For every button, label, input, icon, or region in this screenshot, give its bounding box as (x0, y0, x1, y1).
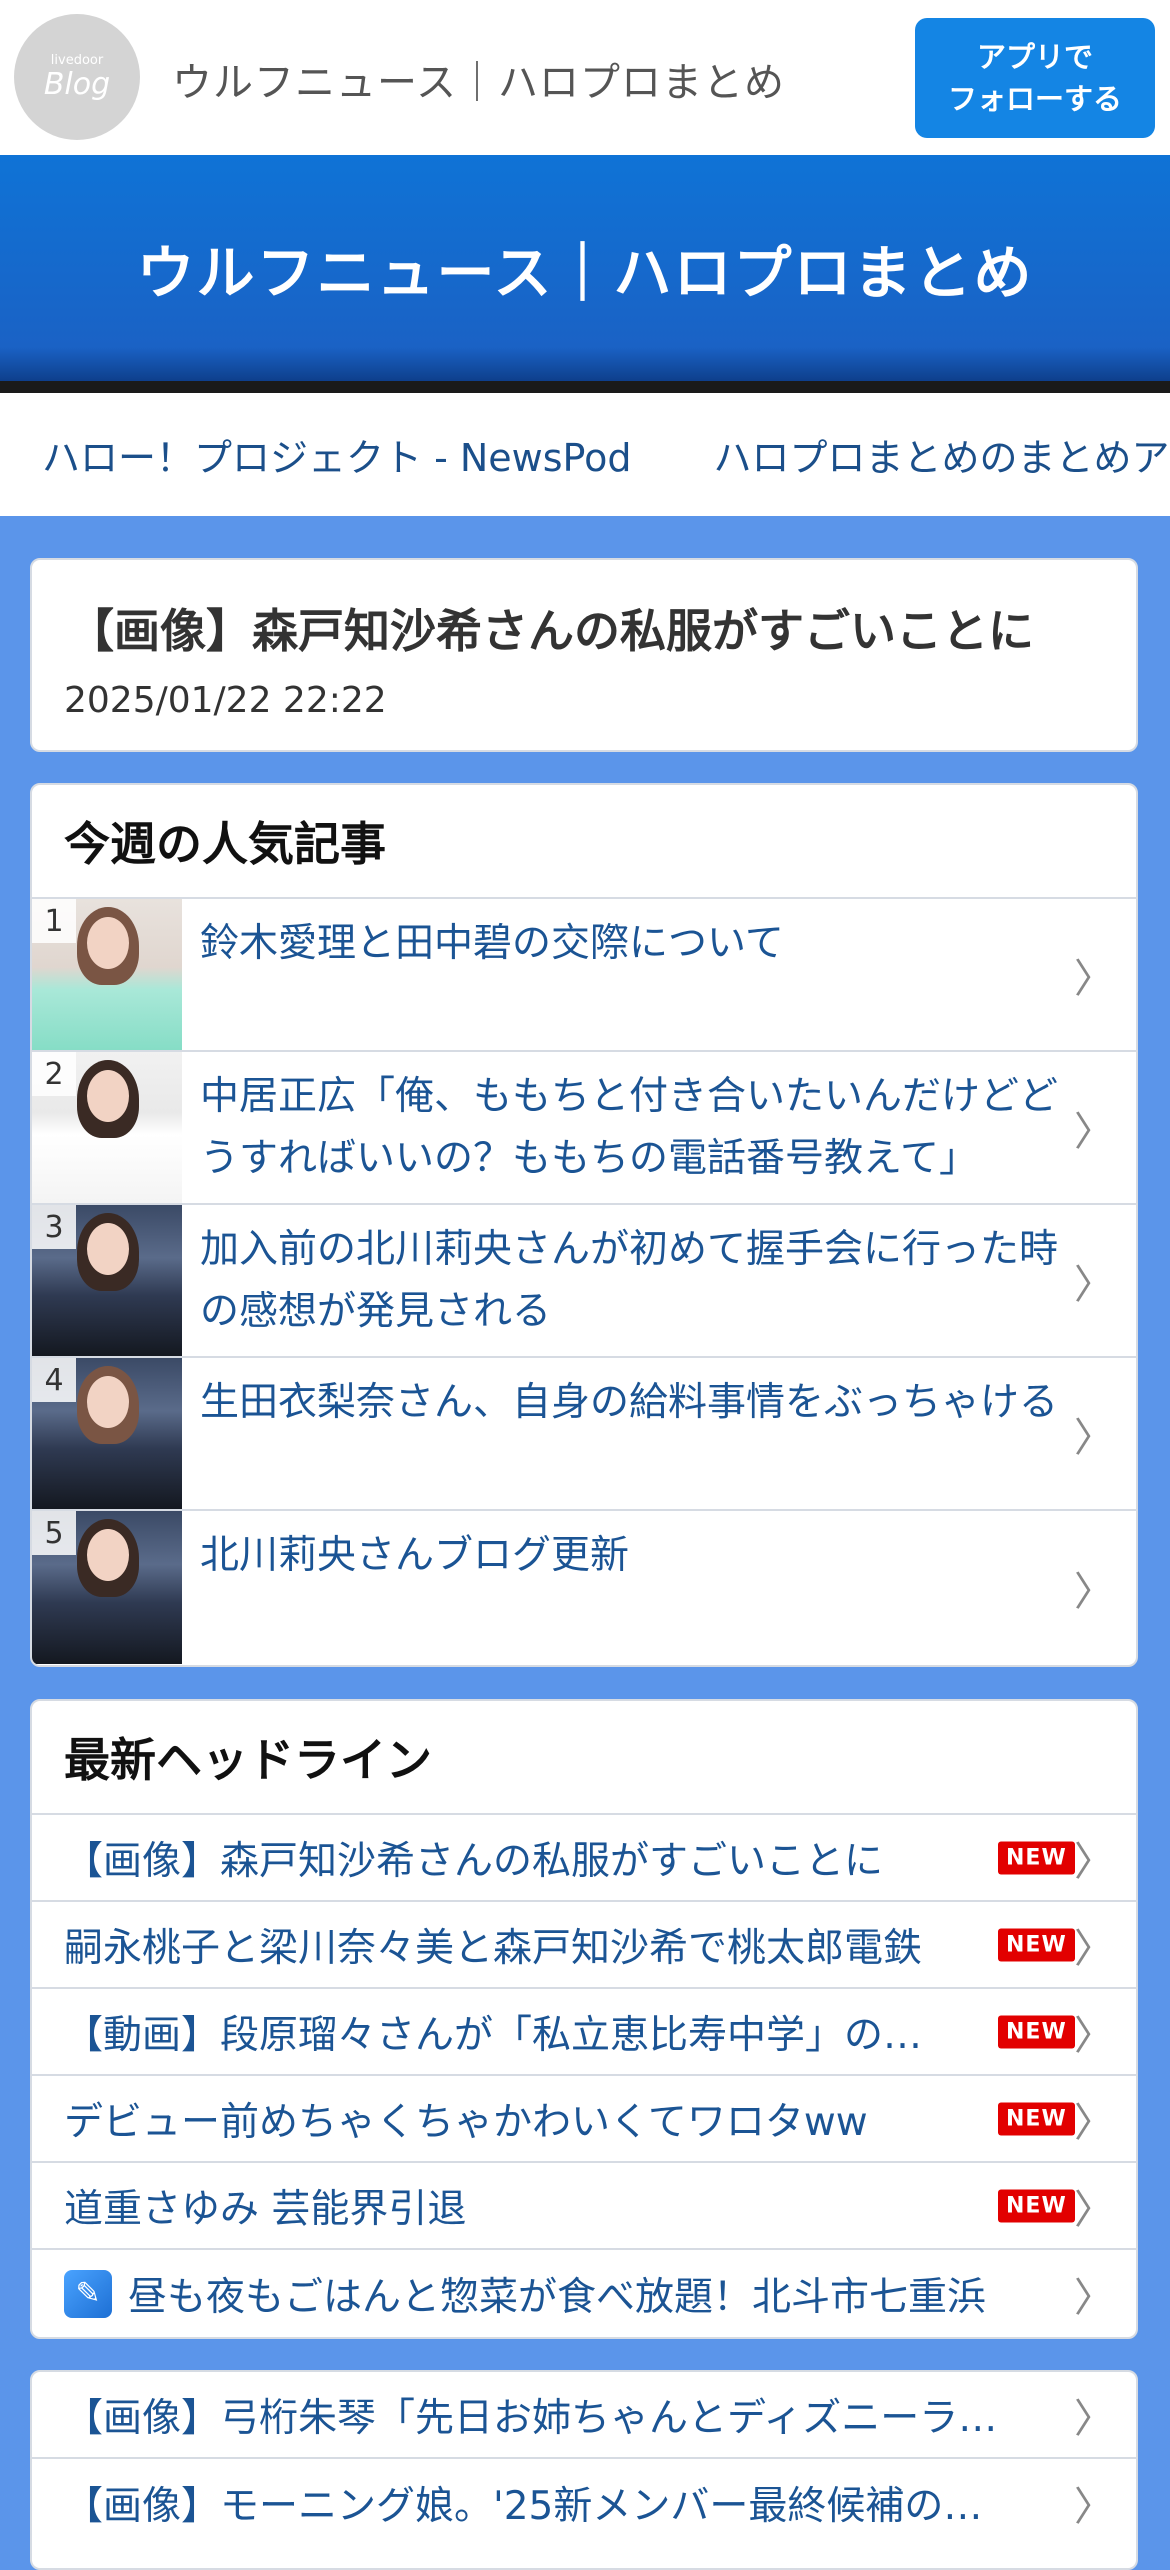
article-thumbnail: 3 (32, 1205, 182, 1356)
headline-row[interactable]: デビュー前めちゃくちゃかわいくてワロタww NEW 〉 (32, 2076, 1136, 2163)
article-thumbnail: 5 (32, 1511, 182, 1664)
ranking-row[interactable]: 4 生田衣梨奈さん、自身の給料事情をぶっちゃける 〉 (32, 1358, 1136, 1511)
ticker-link[interactable]: ハロー！プロジェクト - NewsPod (42, 427, 631, 482)
headline-text: デビュー前めちゃくちゃかわいくてワロタww (64, 2099, 868, 2145)
chevron-right-icon: 〉 (1074, 1925, 1114, 1972)
headline-text: 【動画】段原瑠々さんが「私立恵比寿中学」の… (64, 2012, 923, 2058)
chevron-right-icon: 〉 (1074, 1261, 1114, 1308)
headline-row[interactable]: 嗣永桃子と梁川奈々美と森戸知沙希で桃太郎電鉄 NEW 〉 (32, 1902, 1136, 1989)
chevron-right-icon: 〉 (1074, 2012, 1114, 2059)
headline-row[interactable]: 道重さゆみ 芸能界引退 NEW 〉 (32, 2163, 1136, 2250)
logo-small-text: livedoor (50, 52, 104, 68)
ranking-row[interactable]: 3 加入前の北川莉央さんが初めて握手会に行った時の感想が発見される 〉 (32, 1205, 1136, 1358)
article-date: 2025/01/22 22:22 (64, 680, 387, 721)
rank-number: 2 (32, 1052, 76, 1096)
headline-row[interactable]: 【画像】弓桁朱琴「先日お姉ちゃんとディズニーランド 〉 (32, 2372, 1136, 2459)
ranking-row[interactable]: 2 中居正広「俺、ももちと付き合いたいんだけどどうすればいいの？ももちの電話番号… (32, 1052, 1136, 1205)
follow-line2: フォローする (947, 82, 1122, 116)
headline-text: 【画像】弓桁朱琴「先日お姉ちゃんとディズニーランド (64, 2395, 1019, 2441)
rank-number: 1 (32, 899, 76, 943)
headline-text: 【画像】森戸知沙希さんの私服がすごいことに (64, 1838, 884, 1884)
new-badge: NEW (998, 1841, 1075, 1874)
headline-text: 道重さゆみ 芸能界引退 (64, 2186, 467, 2232)
link-ticker: ハロー！プロジェクト - NewsPod ハロプロまとめのまとめアンテナ (0, 393, 1170, 516)
popular-articles-card: 今週の人気記事 1 鈴木愛理と田中碧の交際について 〉 2 中居正広「俺、ももち… (30, 783, 1138, 1667)
hero-title: ウルフニュース｜ハロプロまとめ (136, 239, 1034, 307)
livedoor-blog-logo[interactable]: livedoor Blog (14, 14, 140, 140)
article-thumbnail: 4 (32, 1358, 182, 1509)
logo-big-text: Blog (43, 66, 111, 102)
ranking-title: 鈴木愛理と田中碧の交際について (200, 921, 784, 966)
headline-row[interactable]: 【画像】モーニング娘。'25新メンバー最終候補の… 〉 (32, 2459, 1136, 2546)
chevron-right-icon: 〉 (1074, 2099, 1114, 2146)
chevron-right-icon: 〉 (1074, 2186, 1114, 2233)
chevron-right-icon: 〉 (1074, 2395, 1114, 2442)
headline-text: 昼も夜もごはんと惣菜が食べ放題！北斗市七重浜 (128, 2274, 987, 2320)
headline-row[interactable]: 【動画】段原瑠々さんが「私立恵比寿中学」の… NEW 〉 (32, 1989, 1136, 2076)
site-name[interactable]: ウルフニュース｜ハロプロまとめ (172, 50, 785, 108)
latest-headlines-card: 最新ヘッドライン 【画像】森戸知沙希さんの私服がすごいことに NEW 〉 嗣永桃… (30, 1699, 1138, 2339)
ranking-title: 中居正広「俺、ももちと付き合いたいんだけどどうすればいいの？ももちの電話番号教え… (200, 1074, 1059, 1181)
ranking-title: 生田衣梨奈さん、自身の給料事情をぶっちゃける (200, 1380, 1059, 1425)
rank-number: 5 (32, 1511, 76, 1555)
headline-text: 嗣永桃子と梁川奈々美と森戸知沙希で桃太郎電鉄 (64, 1925, 923, 1971)
headline-text: 【画像】モーニング娘。'25新メンバー最終候補の… (64, 2483, 983, 2529)
rank-number: 3 (32, 1205, 76, 1249)
ranking-row[interactable]: 1 鈴木愛理と田中碧の交際について 〉 (32, 899, 1136, 1052)
article-title: 【画像】森戸知沙希さんの私服がすごいことに (68, 604, 1034, 658)
chevron-right-icon: 〉 (1074, 2483, 1114, 2530)
chevron-right-icon: 〉 (1074, 1414, 1114, 1461)
ticker-link[interactable]: ハロプロまとめのまとめアンテナ (713, 427, 1170, 482)
section-title: 今週の人気記事 (32, 785, 1136, 899)
follow-line1: アプリで (976, 40, 1093, 74)
article-thumbnail: 1 (32, 899, 182, 1050)
new-badge: NEW (998, 2189, 1075, 2222)
ranking-title: 加入前の北川莉央さんが初めて握手会に行った時の感想が発見される (200, 1227, 1059, 1334)
thumbnail-face (87, 917, 129, 969)
top-bar: livedoor Blog ウルフニュース｜ハロプロまとめ アプリで フォローす… (0, 0, 1170, 155)
thumbnail-face (87, 1070, 129, 1122)
ranking-row[interactable]: 5 北川莉央さんブログ更新 〉 (32, 1511, 1136, 1664)
chevron-right-icon: 〉 (1074, 1108, 1114, 1155)
chevron-right-icon: 〉 (1074, 1568, 1114, 1615)
rank-number: 4 (32, 1358, 76, 1402)
thumbnail-face (87, 1376, 129, 1428)
follow-in-app-button[interactable]: アプリで フォローする (915, 18, 1155, 138)
thumbnail-face (87, 1223, 129, 1275)
thumbnail-face (87, 1529, 129, 1581)
more-headlines-card: 【画像】弓桁朱琴「先日お姉ちゃんとディズニーランド 〉 【画像】モーニング娘。'… (30, 2370, 1138, 2570)
headline-row-ad[interactable]: ✎ 昼も夜もごはんと惣菜が食べ放題！北斗市七重浜 〉 (32, 2250, 1136, 2337)
section-title: 最新ヘッドライン (32, 1701, 1136, 1815)
new-badge: NEW (998, 2015, 1075, 2048)
ranking-title: 北川莉央さんブログ更新 (200, 1533, 630, 1578)
article-header-card: 【画像】森戸知沙希さんの私服がすごいことに 2025/01/22 22:22 (30, 558, 1138, 752)
new-badge: NEW (998, 1928, 1075, 1961)
headline-row[interactable]: 【画像】森戸知沙希さんの私服がすごいことに NEW 〉 (32, 1815, 1136, 1902)
new-badge: NEW (998, 2102, 1075, 2135)
article-thumbnail: 2 (32, 1052, 182, 1203)
chevron-right-icon: 〉 (1074, 955, 1114, 1002)
chevron-right-icon: 〉 (1074, 1838, 1114, 1885)
chevron-right-icon: 〉 (1074, 2274, 1114, 2321)
hero-banner[interactable]: ウルフニュース｜ハロプロまとめ (0, 155, 1170, 393)
feather-icon: ✎ (64, 2269, 112, 2318)
